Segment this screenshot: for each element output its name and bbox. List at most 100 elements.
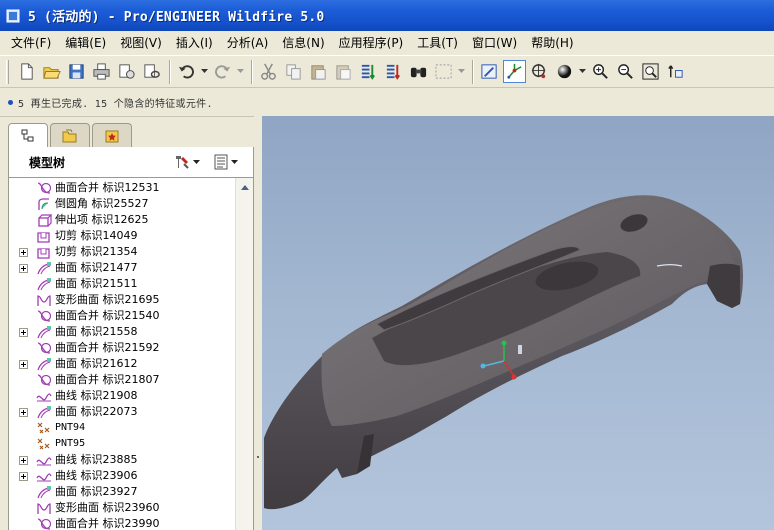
- tree-row-label: 曲面合并 标识23990: [55, 517, 160, 530]
- toolbar-grip[interactable]: [6, 59, 9, 84]
- selection-box-button[interactable]: [432, 60, 455, 83]
- expand-plus-icon[interactable]: [19, 360, 28, 369]
- paste-button[interactable]: [307, 60, 330, 83]
- model-tree-title: 模型树: [29, 155, 66, 170]
- spin-center-button[interactable]: [503, 60, 526, 83]
- orient-mode-button[interactable]: [528, 60, 551, 83]
- save-button[interactable]: [65, 60, 88, 83]
- regen-manager-button[interactable]: [382, 60, 405, 83]
- model-end-cap: [707, 263, 740, 308]
- graphics-window[interactable]: [262, 116, 774, 530]
- curve-icon: [36, 393, 52, 402]
- favorites-icon: [105, 130, 119, 142]
- model-tree-tab[interactable]: [8, 123, 48, 148]
- surface-icon: [37, 406, 51, 419]
- tree-row-label: PNT94: [55, 422, 86, 433]
- undo-dropdown[interactable]: [200, 60, 208, 83]
- menu-info[interactable]: 信息(N): [275, 32, 331, 54]
- model-tree-header: 模型树: [8, 147, 254, 177]
- message-bullet-icon: [8, 99, 13, 105]
- selection-box-icon: [435, 64, 452, 79]
- shading-dropdown[interactable]: [578, 60, 586, 83]
- find-button[interactable]: [407, 60, 430, 83]
- view-manager-button[interactable]: [664, 60, 687, 83]
- folder-browser-tab[interactable]: [50, 123, 90, 147]
- menu-tools[interactable]: 工具(T): [410, 32, 465, 54]
- selection-dropdown[interactable]: [457, 60, 465, 83]
- send-email-button[interactable]: [115, 60, 138, 83]
- tree-vertical-scrollbar[interactable]: [235, 178, 253, 530]
- tree-row-label: 曲线 标识23906: [55, 469, 138, 482]
- chevron-down-icon: [193, 159, 200, 164]
- toolbar-separator: [472, 59, 474, 84]
- paste-special-button[interactable]: [332, 60, 355, 83]
- menu-help[interactable]: 帮助(H): [524, 32, 580, 54]
- expand-plus-icon[interactable]: [19, 456, 28, 465]
- copy-button[interactable]: [282, 60, 305, 83]
- tree-row-label: 倒圆角 标识25527: [55, 197, 149, 210]
- menu-analysis[interactable]: 分析(A): [220, 32, 276, 54]
- favorites-tab[interactable]: [92, 123, 132, 147]
- refit-button[interactable]: [639, 60, 662, 83]
- chevron-down-icon: [578, 69, 586, 73]
- cut-button[interactable]: [257, 60, 280, 83]
- surface-icon: [37, 486, 51, 499]
- menu-view[interactable]: 视图(V): [113, 32, 169, 54]
- expand-plus-icon[interactable]: [19, 408, 28, 417]
- tree-row-label: 变形曲面 标识21695: [55, 293, 160, 306]
- title-bar[interactable]: 5 (活动的) - Pro/ENGINEER Wildfire 5.0: [0, 0, 774, 31]
- tree-settings-button[interactable]: [173, 154, 201, 170]
- redo-button[interactable]: [211, 60, 234, 83]
- zoom-out-button[interactable]: [614, 60, 637, 83]
- redo-dropdown[interactable]: [236, 60, 244, 83]
- shading-icon: [557, 64, 572, 79]
- toolbar-separator: [251, 59, 253, 84]
- scroll-track[interactable]: [237, 196, 253, 530]
- tree-row-label: 曲面 标识21558: [55, 325, 138, 338]
- navigator-tabs: [8, 123, 134, 148]
- panel-splitter[interactable]: [254, 116, 262, 530]
- message-text: 5 再生已完成. 15 个隐含的特征或元件.: [18, 98, 213, 110]
- expand-plus-icon[interactable]: [19, 472, 28, 481]
- window-app-icon[interactable]: [6, 9, 20, 23]
- curve-icon: [36, 473, 52, 482]
- datum-point-icon: [37, 438, 50, 450]
- tree-row-label: 曲面 标识21511: [55, 277, 138, 290]
- expand-plus-icon[interactable]: [19, 248, 28, 257]
- model-3d-view[interactable]: [262, 116, 774, 530]
- tree-show-button[interactable]: [213, 154, 239, 170]
- new-button[interactable]: [15, 60, 38, 83]
- refit-icon: [642, 63, 659, 80]
- expand-plus-icon[interactable]: [19, 264, 28, 273]
- menu-edit[interactable]: 编辑(E): [58, 32, 113, 54]
- regenerate-button[interactable]: [357, 60, 380, 83]
- tree-row-label: 曲面合并 标识21807: [55, 373, 160, 386]
- model-tree: 曲面合并 标识12531 倒圆角 标识25527 伸出项 标识12625 切剪 标识1…: [8, 177, 254, 530]
- folder-icon: [62, 129, 77, 142]
- list-icon: [214, 154, 228, 170]
- print-button[interactable]: [90, 60, 113, 83]
- model-datum-mark: [518, 345, 522, 354]
- surface-icon: [37, 262, 51, 275]
- menu-window[interactable]: 窗口(W): [465, 32, 524, 54]
- tree-row-label: 曲面 标识21477: [55, 261, 138, 274]
- shading-button[interactable]: [553, 60, 576, 83]
- protrusion-icon: [38, 214, 53, 227]
- chevron-down-icon: [200, 69, 208, 73]
- expand-plus-icon[interactable]: [19, 328, 28, 337]
- zoom-in-button[interactable]: [589, 60, 612, 83]
- tools-icon: [176, 156, 189, 169]
- open-button[interactable]: [40, 60, 63, 83]
- regen-manager-icon: [386, 64, 400, 80]
- undo-button[interactable]: [175, 60, 198, 83]
- chevron-down-icon: [457, 69, 465, 73]
- cut-icon: [261, 63, 276, 80]
- view-manager-icon: [668, 65, 683, 78]
- menu-insert[interactable]: 插入(I): [169, 32, 220, 54]
- menu-file[interactable]: 文件(F): [4, 32, 58, 54]
- scroll-up-button[interactable]: [237, 179, 253, 195]
- merge-icon: [37, 518, 52, 530]
- send-link-button[interactable]: [140, 60, 163, 83]
- menu-applications[interactable]: 应用程序(P): [332, 32, 411, 54]
- repaint-button[interactable]: [478, 60, 501, 83]
